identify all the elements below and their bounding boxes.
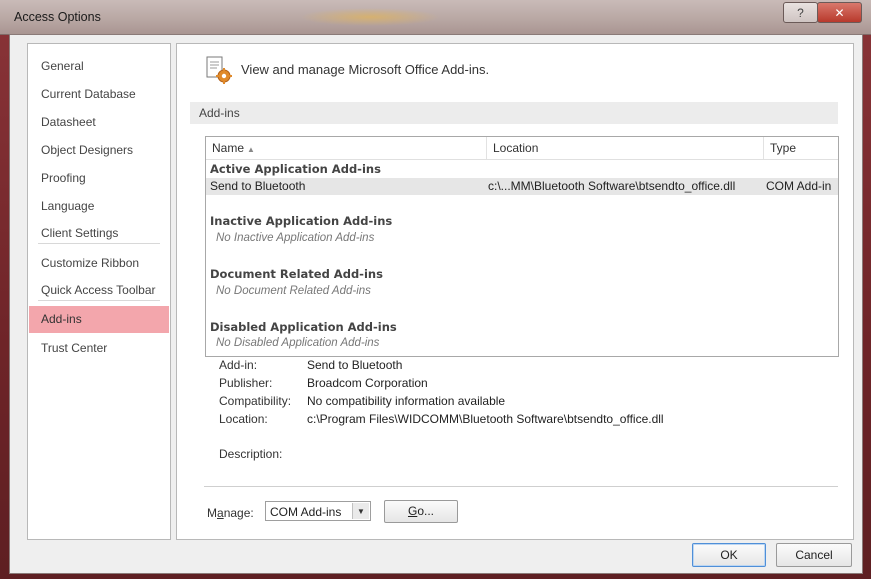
detail-label-location: Location: [219,412,268,426]
manage-label-suffix: nage: [223,506,254,520]
sidebar-item-current-database[interactable]: Current Database [29,81,169,108]
addin-type-cell: COM Add-in [766,179,832,193]
title-glow [300,8,440,26]
addin-location-cell: c:\...MM\Bluetooth Software\btsendto_off… [488,179,736,193]
sidebar-item-trust-center[interactable]: Trust Center [29,335,169,362]
add-ins-icon [206,56,232,84]
sidebar-item-datasheet[interactable]: Datasheet [29,109,169,136]
group-header: Active Application Add-ins [210,162,381,176]
detail-label-publisher: Publisher: [219,376,273,390]
sidebar-divider [38,300,160,301]
manage-label-accesskey: a [217,506,224,520]
detail-value-compatibility: No compatibility information available [307,394,506,408]
sidebar-item-add-ins[interactable]: Add-ins [29,306,169,333]
detail-label-description: Description: [219,447,283,461]
manage-dropdown[interactable]: COM Add-ins ▼ [265,501,371,521]
detail-value-addin: Send to Bluetooth [307,358,403,372]
dropdown-arrow-icon[interactable]: ▼ [352,503,369,519]
go-button-accesskey: G [407,504,418,518]
detail-value-publisher: Broadcom Corporation [307,376,428,390]
close-icon: ✕ [834,5,845,20]
dialog-client: General Current Database Datasheet Objec… [9,34,863,574]
table-row[interactable]: Send to Bluetooth c:\...MM\Bluetooth Sof… [206,178,838,195]
sidebar-item-customize-ribbon[interactable]: Customize Ribbon [29,250,169,277]
detail-label-addin: Add-in: [219,358,258,372]
empty-group-text: No Disabled Application Add-ins [216,337,380,349]
sidebar-item-proofing[interactable]: Proofing [29,165,169,192]
sidebar-item-general[interactable]: General [29,53,169,80]
detail-label-compatibility: Compatibility: [219,394,292,408]
empty-group-text: No Document Related Add-ins [216,285,371,297]
group-header: Disabled Application Add-ins [210,320,397,334]
manage-label-prefix: M [207,506,217,520]
go-button[interactable]: Go... [384,500,458,523]
sidebar-item-object-designers[interactable]: Object Designers [29,137,169,164]
window-title: Access Options [14,10,101,24]
table-header-row: Name ▲ Location Type [206,137,838,160]
sidebar-item-language[interactable]: Language [29,193,169,220]
close-button[interactable]: ✕ [817,2,862,23]
addin-name-cell: Send to Bluetooth [210,179,306,193]
manage-label: Manage: [207,506,254,520]
title-bar[interactable]: Access Options ? ✕ [0,0,871,35]
group-header: Document Related Add-ins [210,267,383,281]
section-title: Add-ins [199,106,240,120]
sort-ascending-icon: ▲ [247,145,255,154]
go-button-label: o... [417,504,435,518]
detail-value-location: c:\Program Files\WIDCOMM\Bluetooth Softw… [307,412,664,426]
help-button[interactable]: ? [783,2,818,23]
add-ins-panel: View and manage Microsoft Office Add-ins… [176,43,854,540]
column-header-name-label: Name [212,141,245,155]
sidebar: General Current Database Datasheet Objec… [27,43,171,540]
page-title: View and manage Microsoft Office Add-ins… [241,62,490,77]
empty-group-text: No Inactive Application Add-ins [216,232,375,244]
help-icon: ? [797,5,804,20]
section-header: Add-ins [190,102,838,124]
cancel-button[interactable]: Cancel [776,543,852,567]
sidebar-divider [38,243,160,244]
manage-divider [204,486,838,487]
column-header-type[interactable]: Type [764,137,838,159]
column-header-location[interactable]: Location [487,137,764,159]
add-ins-table[interactable]: Name ▲ Location Type Active Application A… [205,136,839,357]
column-header-name[interactable]: Name ▲ [206,137,487,159]
group-header: Inactive Application Add-ins [210,214,393,228]
ok-button[interactable]: OK [692,543,766,567]
manage-dropdown-value: COM Add-ins [270,505,342,519]
